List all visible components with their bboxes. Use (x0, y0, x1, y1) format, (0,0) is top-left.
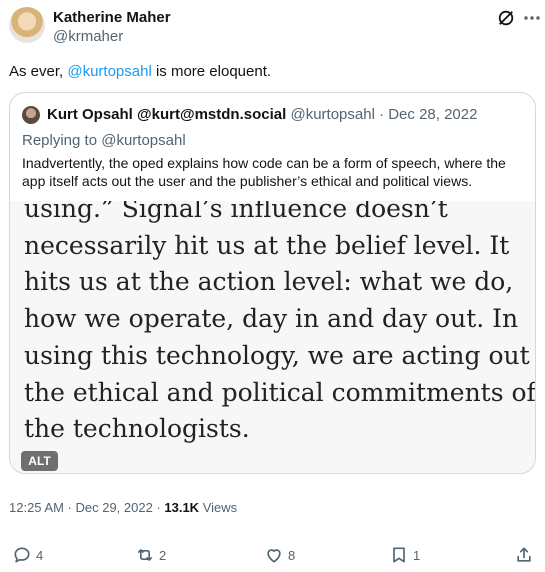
views-count: 13.1K (164, 500, 200, 515)
author-avatar[interactable] (9, 7, 45, 43)
author-handle[interactable]: @krmaher (53, 28, 123, 45)
reply-count: 4 (36, 547, 44, 563)
grok-icon[interactable] (497, 9, 515, 27)
bookmark-button[interactable]: 1 (389, 544, 420, 566)
image-text: using.” Signal’s influence doesn’t neces… (24, 201, 535, 444)
like-button[interactable]: 8 (264, 544, 295, 566)
quoted-author-name: Kurt Opsahl @kurt@mstdn.social (47, 106, 287, 123)
quoted-author-avatar (22, 106, 40, 124)
mention-link[interactable]: @kurtopsahl (67, 63, 151, 80)
timestamp-row: 12:25 AM · Dec 29, 2022 · 13.1K Views (9, 500, 237, 515)
quoted-text: Inadvertently, the oped explains how cod… (22, 155, 506, 189)
quoted-handle-date: @kurtopsahl · Dec 28, 2022 (286, 106, 478, 123)
share-icon (517, 547, 531, 562)
repost-count: 2 (159, 547, 167, 563)
quoted-image[interactable]: using.” Signal’s influence doesn’t neces… (10, 201, 535, 473)
post-text-after: is more eloquent. (151, 63, 272, 80)
post-text: As ever, @kurtopsahl is more eloquent. (9, 62, 271, 82)
reply-button[interactable]: 4 (12, 544, 43, 566)
repost-button[interactable]: 2 (135, 544, 166, 566)
reply-icon (14, 547, 30, 563)
post-text-before: As ever, (9, 63, 68, 80)
bookmark-count: 1 (413, 547, 421, 563)
author-name[interactable]: Katherine Maher (53, 9, 171, 26)
quoted-post[interactable]: Kurt Opsahl @kurt@mstdn.social @kurtopsa… (9, 92, 536, 474)
repost-icon (137, 549, 153, 561)
quoted-header: Kurt Opsahl @kurt@mstdn.social @kurtopsa… (47, 106, 477, 123)
like-icon (267, 549, 281, 563)
like-count: 8 (288, 547, 296, 563)
bookmark-icon (393, 547, 405, 563)
replying-to: Replying to @kurtopsahl (22, 132, 186, 149)
share-button[interactable] (514, 544, 534, 566)
alt-badge[interactable]: ALT (21, 451, 58, 471)
views-label: Views (199, 500, 238, 515)
more-icon[interactable] (524, 9, 540, 27)
timestamp[interactable]: 12:25 AM · Dec 29, 2022 · (9, 500, 164, 515)
